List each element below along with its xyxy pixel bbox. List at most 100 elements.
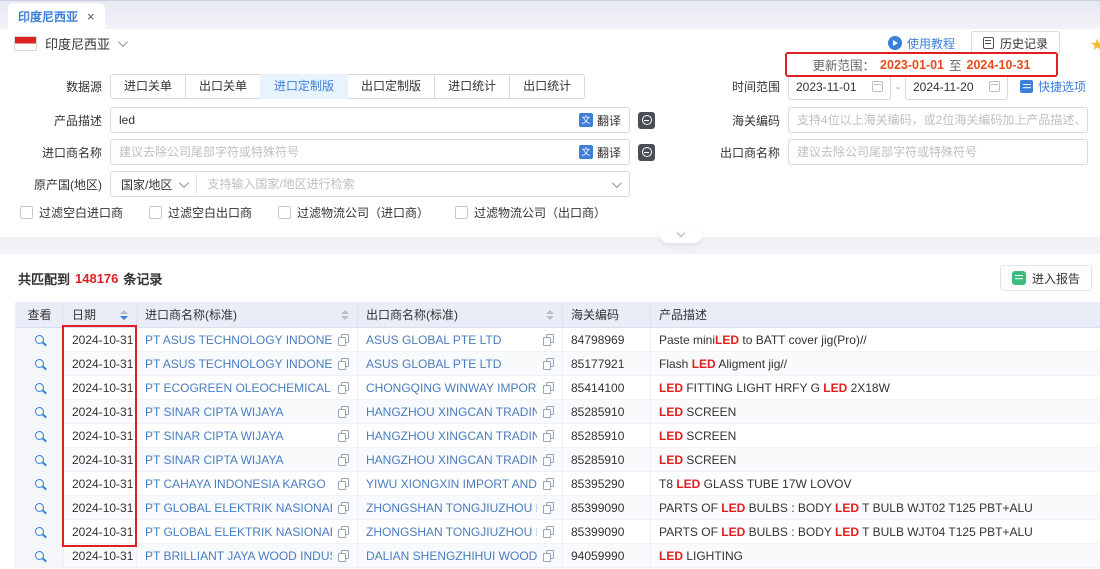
exporter-link[interactable]: ZHONGSHAN TONGJIUZHOU INTERNA... <box>366 525 537 539</box>
filter-checkbox[interactable]: 过滤物流公司（出口商） <box>455 204 606 221</box>
col-header-date[interactable]: 日期 <box>64 302 137 327</box>
view-detail-icon[interactable] <box>35 359 44 368</box>
datasource-tabs: 进口关单出口关单进口定制版出口定制版进口统计出口统计 <box>110 74 585 99</box>
translate-icon: 文 <box>579 145 593 159</box>
checkbox-icon[interactable] <box>149 206 162 219</box>
copy-icon[interactable] <box>543 526 554 538</box>
copy-icon[interactable] <box>338 502 349 514</box>
importer-link[interactable]: PT ASUS TECHNOLOGY INDONESIA BA... <box>145 333 332 347</box>
copy-icon[interactable] <box>543 382 554 394</box>
checkbox-icon[interactable] <box>455 206 468 219</box>
importer-link[interactable]: PT SINAR CIPTA WIJAYA <box>145 405 332 419</box>
exporter-input[interactable] <box>797 145 1079 159</box>
sort-caret-icon[interactable] <box>341 310 349 320</box>
view-detail-icon[interactable] <box>35 431 44 440</box>
datasource-tab[interactable]: 出口定制版 <box>347 74 435 99</box>
enter-report-button[interactable]: 进入报告 <box>1000 265 1092 291</box>
copy-icon[interactable] <box>543 334 554 346</box>
copy-icon[interactable] <box>543 550 554 562</box>
origin-search-input[interactable] <box>197 177 604 191</box>
copy-icon[interactable] <box>338 334 349 346</box>
importer-link[interactable]: PT BRILLIANT JAYA WOOD INDUSTRY <box>145 549 332 563</box>
exporter-link[interactable]: YIWU XIONGXIN IMPORT AND EXPORT... <box>366 477 537 491</box>
exporter-link[interactable]: CHONGQING WINWAY IMPORT AND E... <box>366 381 537 395</box>
sort-caret-icon[interactable] <box>120 310 128 320</box>
tutorial-link[interactable]: 使用教程 <box>888 35 955 52</box>
copy-icon[interactable] <box>543 406 554 418</box>
copy-icon[interactable] <box>338 430 349 442</box>
col-header-exporter[interactable]: 出口商名称(标准) <box>358 302 563 327</box>
origin-type-select[interactable]: 国家/地区 <box>111 172 197 196</box>
hscode-cell: 85285910 <box>563 448 651 471</box>
copy-icon[interactable] <box>338 478 349 490</box>
exporter-link[interactable]: DALIAN SHENGZHIHUI WOOD INDUST... <box>366 549 537 563</box>
copy-icon[interactable] <box>338 550 349 562</box>
translate-button[interactable]: 文 翻译 <box>579 144 621 161</box>
date-from-input[interactable]: 2023-11-01 <box>788 74 891 100</box>
datasource-tab[interactable]: 出口统计 <box>509 74 585 99</box>
exporter-link[interactable]: ZHONGSHAN TONGJIUZHOU INTERNA... <box>366 501 537 515</box>
datasource-tab[interactable]: 出口关单 <box>185 74 261 99</box>
hscode-cell: 85177921 <box>563 352 651 375</box>
copy-icon[interactable] <box>543 358 554 370</box>
collapse-panel-button[interactable] <box>660 228 702 243</box>
exporter-link[interactable]: HANGZHOU XINGCAN TRADING CO LTD <box>366 405 537 419</box>
exact-match-toggle-icon[interactable] <box>638 112 655 129</box>
importer-input[interactable] <box>119 145 579 159</box>
importer-link[interactable]: PT ASUS TECHNOLOGY INDONESIA BA... <box>145 357 332 371</box>
product-desc-input[interactable] <box>119 113 579 127</box>
exact-match-toggle-icon[interactable] <box>638 144 655 161</box>
col-header-importer[interactable]: 进口商名称(标准) <box>137 302 358 327</box>
copy-icon[interactable] <box>338 382 349 394</box>
sort-caret-icon[interactable] <box>546 310 554 320</box>
copy-icon[interactable] <box>543 502 554 514</box>
filter-checkbox[interactable]: 过滤物流公司（进口商） <box>278 204 429 221</box>
translate-button[interactable]: 文 翻译 <box>579 112 621 129</box>
date-cell: 2024-10-31 <box>64 520 137 543</box>
filter-checkbox[interactable]: 过滤空白出口商 <box>149 204 252 221</box>
tab-indonesia[interactable]: 印度尼西亚 × <box>8 3 105 29</box>
checkbox-icon[interactable] <box>20 206 33 219</box>
hs-code-input[interactable] <box>797 113 1079 127</box>
importer-link[interactable]: PT GLOBAL ELEKTRIK NASIONAL <box>145 525 332 539</box>
view-detail-icon[interactable] <box>35 479 44 488</box>
datasource-tab[interactable]: 进口定制版 <box>260 74 348 99</box>
copy-icon[interactable] <box>543 454 554 466</box>
filter-checkbox[interactable]: 过滤空白进口商 <box>20 204 123 221</box>
copy-icon[interactable] <box>543 478 554 490</box>
datasource-tab[interactable]: 进口统计 <box>434 74 510 99</box>
importer-link[interactable]: PT GLOBAL ELEKTRIK NASIONAL <box>145 501 332 515</box>
exporter-link[interactable]: HANGZHOU XINGCAN TRADING CO LTD <box>366 453 537 467</box>
country-selector[interactable]: 印度尼西亚 <box>45 34 110 53</box>
copy-icon[interactable] <box>338 406 349 418</box>
chevron-down-icon[interactable] <box>612 178 622 188</box>
importer-link[interactable]: PT ECOGREEN OLEOCHEMICALS <box>145 381 332 395</box>
view-detail-icon[interactable] <box>35 503 44 512</box>
view-detail-icon[interactable] <box>35 383 44 392</box>
view-detail-icon[interactable] <box>35 455 44 464</box>
view-detail-icon[interactable] <box>35 527 44 536</box>
copy-icon[interactable] <box>338 454 349 466</box>
exporter-link[interactable]: ASUS GLOBAL PTE LTD <box>366 333 537 347</box>
importer-link[interactable]: PT SINAR CIPTA WIJAYA <box>145 429 332 443</box>
tab-close-icon[interactable]: × <box>87 9 95 24</box>
star-icon[interactable]: ★ <box>1090 35 1100 55</box>
view-detail-icon[interactable] <box>35 407 44 416</box>
exporter-link[interactable]: ASUS GLOBAL PTE LTD <box>366 357 537 371</box>
quick-options-link[interactable]: 快捷选项 <box>1020 78 1086 95</box>
time-range-label: 时间范围 <box>700 78 788 95</box>
chevron-down-icon[interactable] <box>118 37 128 47</box>
date-to-input[interactable]: 2024-11-20 <box>905 74 1008 100</box>
exporter-link[interactable]: HANGZHOU XINGCAN TRADING CO LTD <box>366 429 537 443</box>
importer-link[interactable]: PT SINAR CIPTA WIJAYA <box>145 453 332 467</box>
importer-link[interactable]: PT CAHAYA INDONESIA KARGO <box>145 477 332 491</box>
copy-icon[interactable] <box>338 526 349 538</box>
view-detail-icon[interactable] <box>35 551 44 560</box>
view-detail-icon[interactable] <box>35 335 44 344</box>
date-cell: 2024-10-31 <box>64 424 137 447</box>
datasource-tab[interactable]: 进口关单 <box>110 74 186 99</box>
copy-icon[interactable] <box>543 430 554 442</box>
checkbox-icon[interactable] <box>278 206 291 219</box>
table-row: 2024-10-31PT ECOGREEN OLEOCHEMICALSCHONG… <box>16 376 1100 400</box>
copy-icon[interactable] <box>338 358 349 370</box>
